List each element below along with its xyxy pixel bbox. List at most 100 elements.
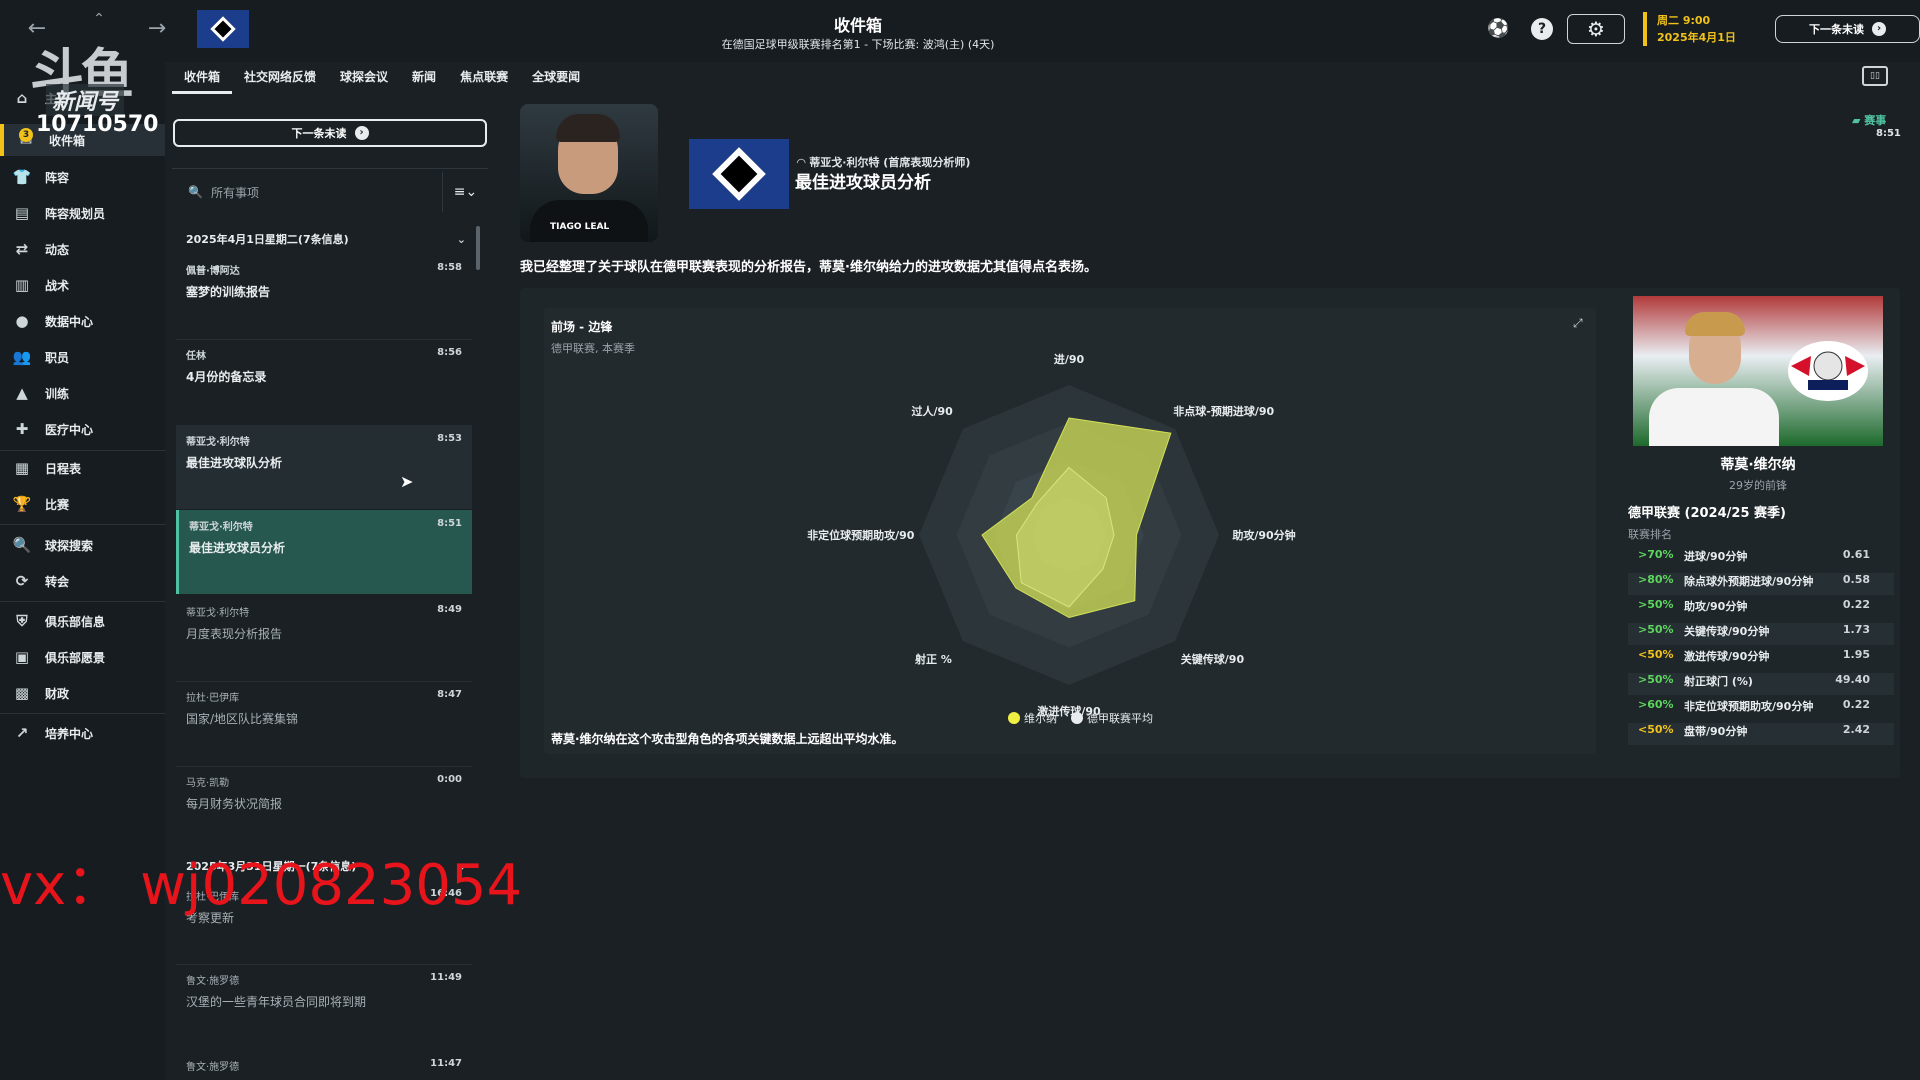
sidebar: ⌂主页 ✉3收件箱 👕阵容 ▤阵容规划员 ⇄动态 ▥战术 ●数据中心 👥职员 ▲… (0, 62, 165, 1080)
message-time: 8:58 (437, 262, 462, 273)
radar-note: 蒂莫·维尔纳在这个攻击型角色的各项关键数据上远超出平均水准。 (551, 732, 904, 746)
sidebar-item-club-info[interactable]: ⛨ 俱乐部信息 (0, 605, 165, 637)
rb-leipzig-crest-icon (1788, 341, 1868, 401)
message-subject: 国家/地区队比赛集锦 (186, 712, 299, 726)
tab-social-feed[interactable]: 社交网络反馈 (232, 62, 328, 94)
stat-row: >70% 进球/90分钟 0.61 (1628, 548, 1894, 570)
message-sender: 鲁文·施罗德 (186, 976, 240, 987)
settings-button[interactable]: ⚙ (1567, 14, 1625, 44)
sender-portrait[interactable]: TIAGO LEAL (520, 104, 658, 242)
sidebar-item-dynamics[interactable]: ⇄ 动态 (0, 233, 165, 265)
staff-icon: 👥 (12, 348, 32, 366)
sidebar-item-label: 日程表 (45, 461, 82, 476)
tab-news[interactable]: 新闻 (400, 62, 448, 94)
stat-value: 2.42 (1842, 723, 1870, 736)
search-placeholder: 所有事项 (210, 185, 259, 200)
sidebar-item-tactics[interactable]: ▥ 战术 (0, 269, 165, 301)
scrollbar[interactable] (476, 226, 480, 270)
message-sender: 蒂亚戈·利尔特 (186, 608, 250, 619)
sidebar-item-club-vision[interactable]: ▣ 俱乐部愿景 (0, 641, 165, 673)
stat-percentile: >80% (1638, 573, 1674, 586)
sidebar-item-competitions[interactable]: 🏆 比赛 (0, 488, 165, 520)
sidebar-item-schedule[interactable]: ▦ 日程表 (0, 452, 165, 484)
sidebar-item-label: 财政 (45, 686, 70, 701)
photo-hair (1685, 312, 1745, 336)
list-item[interactable]: 佩普·博阿达 8:58 塞梦的训练报告 (176, 254, 472, 338)
message-subject: 最佳进攻球队分析 (186, 456, 283, 470)
expand-icon[interactable]: ⤢ (1573, 316, 1583, 331)
layout-toggle-icon[interactable]: ▯▯ (1862, 66, 1888, 86)
list-item-selected[interactable]: 蒂亚戈·利尔特 8:51 最佳进攻球员分析 (176, 510, 472, 594)
sidebar-item-development[interactable]: ↗ 培养中心 (0, 717, 165, 749)
player-photo[interactable] (1633, 296, 1883, 446)
event-tag: ▰ 赛事 (1852, 112, 1886, 128)
next-unread-button[interactable]: 下一条未读 › (1775, 15, 1920, 43)
search-icon: 🔍 (12, 536, 32, 554)
sidebar-item-scouting[interactable]: 🔍 球探搜索 (0, 529, 165, 561)
list-item[interactable]: 拉杜·巴伊库 8:47 国家/地区队比赛集锦 (176, 681, 472, 765)
radar-axis-label: 非点球-预期进球/90 (1173, 404, 1275, 418)
help-icon[interactable]: ? (1531, 18, 1553, 40)
radar-chart (919, 385, 1219, 685)
radar-axis-label: 射正 % (915, 653, 952, 667)
message-time: 0:00 (437, 774, 462, 785)
radar-axis-label: 过人/90 (911, 404, 953, 418)
portrait-name-tag: TIAGO LEAL (550, 222, 610, 232)
sidebar-item-squad-planner[interactable]: ▤ 阵容规划员 (0, 197, 165, 229)
stat-row: >60% 非定位球预期助攻/90分钟 0.22 (1628, 698, 1894, 720)
sidebar-item-data-hub[interactable]: ● 数据中心 (0, 305, 165, 337)
list-item[interactable]: 任林 8:56 4月份的备忘录 (176, 339, 472, 423)
football-icon[interactable]: ⚽ (1487, 18, 1509, 40)
filter-sort-button[interactable]: ≡⌄ (442, 172, 488, 212)
search-input[interactable]: 🔍 所有事项 (172, 172, 442, 212)
player-name[interactable]: 蒂莫·维尔纳 (1633, 454, 1883, 474)
sidebar-divider (0, 450, 165, 451)
tactics-icon: ▥ (14, 276, 30, 294)
stat-label: 激进传球/90分钟 (1684, 650, 1770, 663)
event-tag-label: 赛事 (1864, 114, 1887, 127)
finance-icon: ▩ (14, 684, 30, 702)
next-unread-list-button[interactable]: 下一条未读 › (173, 119, 487, 147)
sidebar-item-training[interactable]: ▲ 训练 (0, 377, 165, 409)
legend-player-label: 维尔纳 (1024, 712, 1057, 725)
sidebar-item-finances[interactable]: ▩ 财政 (0, 677, 165, 709)
message-sender: 鲁文·施罗德 (186, 1062, 240, 1073)
message-time: 11:47 (430, 1058, 462, 1069)
sidebar-item-label: 转会 (45, 574, 70, 589)
sidebar-item-medical[interactable]: ✚ 医疗中心 (0, 413, 165, 445)
stat-value: 1.95 (1842, 648, 1870, 661)
message-group-header[interactable]: 2025年4月1日星期二(7条信息) ⌄ (176, 226, 476, 252)
list-item[interactable]: 蒂亚戈·利尔特 8:53 最佳进攻球队分析 (176, 425, 472, 509)
stat-row: >50% 关键传球/90分钟 1.73 (1628, 623, 1894, 645)
sidebar-item-squad[interactable]: 👕 阵容 (0, 161, 165, 193)
vision-icon: ▣ (14, 648, 30, 666)
stat-percentile: >70% (1638, 548, 1674, 561)
tab-focus-league[interactable]: 焦点联赛 (448, 62, 520, 94)
sidebar-item-label: 职员 (45, 350, 70, 365)
list-item[interactable]: 鲁文·施罗德 11:47 (176, 1050, 472, 1080)
stat-row: >80% 除点球外预期进球/90分钟 0.58 (1628, 573, 1894, 595)
tab-inbox[interactable]: 收件箱 (172, 62, 233, 94)
date-display[interactable]: 周二 9:00 2025年4月1日 (1643, 12, 1736, 46)
sidebar-item-label: 比赛 (45, 497, 70, 512)
group-date: 2025年4月1日星期二(7条信息) (186, 233, 349, 246)
radar-axis-label: 关键传球/90 (1180, 653, 1245, 667)
stat-value: 0.22 (1842, 698, 1870, 711)
club-crest-icon[interactable] (689, 139, 789, 209)
sidebar-item-transfers[interactable]: ⟳ 转会 (0, 565, 165, 597)
stat-value: 0.22 (1842, 598, 1870, 611)
tab-scout-meeting[interactable]: 球探会议 (328, 62, 400, 94)
date-time: 周二 9:00 (1657, 14, 1711, 27)
legend-dot-player (1008, 712, 1020, 724)
shield-icon: ⛨ (16, 612, 28, 630)
list-item[interactable]: 马克·凯勒 0:00 每月财务状况简报 (176, 766, 472, 850)
legend-average: 德甲联赛平均 (1071, 710, 1153, 726)
list-item[interactable]: 鲁文·施罗德 11:49 汉堡的一些青年球员合同即将到期 (176, 964, 472, 1048)
list-item[interactable]: 蒂亚戈·利尔特 8:49 月度表现分析报告 (176, 596, 472, 680)
shirt-icon: 👕 (12, 168, 32, 186)
tab-world-news[interactable]: 全球要闻 (520, 62, 592, 94)
sidebar-item-staff[interactable]: 👥 职员 (0, 341, 165, 373)
message-time: 8:49 (437, 604, 462, 615)
search-icon: 🔍 (188, 185, 203, 199)
message-time: 8:56 (437, 347, 462, 358)
